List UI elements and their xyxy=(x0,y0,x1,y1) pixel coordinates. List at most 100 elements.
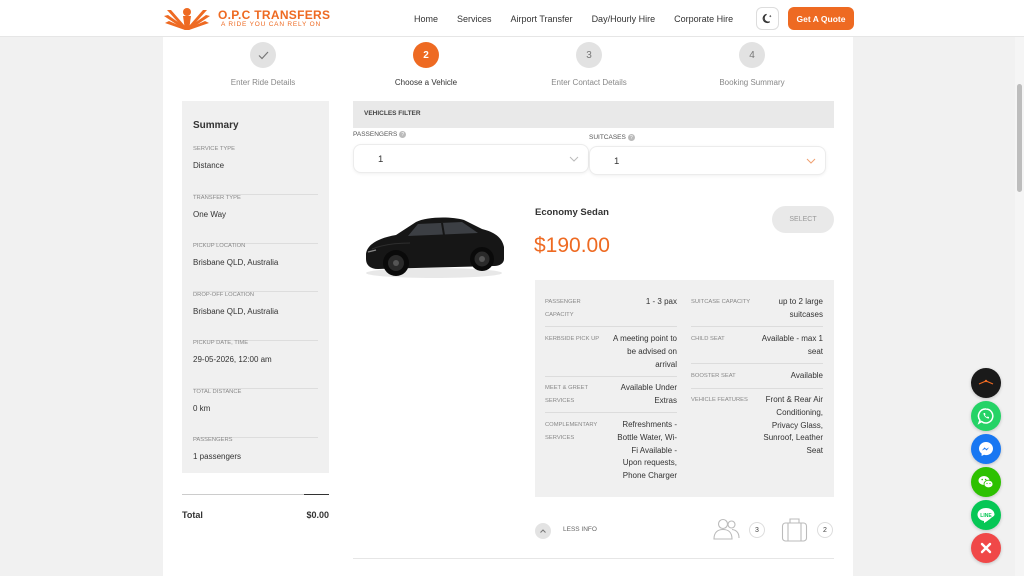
spec-divider xyxy=(691,363,823,364)
spec-value-line: Available - max 1 xyxy=(761,334,823,343)
spec-vehicle-features: VEHICLE FEATURES Front & Rear Air Conditi… xyxy=(691,394,823,460)
vehicle-image xyxy=(366,217,504,278)
spec-complementary-services: COMPLEMENTARY SERVICES Refreshments - Bott… xyxy=(545,419,677,485)
messenger-button[interactable] xyxy=(971,434,1001,464)
spec-value-line: Privacy Glass, xyxy=(771,420,823,430)
summary-title: Summary xyxy=(193,120,239,131)
spec-key: SUITCASE CAPACITY xyxy=(691,296,750,309)
summary-value: 0 km xyxy=(193,404,211,413)
spec-divider xyxy=(545,376,677,377)
svg-text:LINE: LINE xyxy=(980,513,992,519)
summary-transfer-type: TRANSFER TYPE One Way xyxy=(193,195,318,244)
summary-total-distance: TOTAL DISTANCE 0 km xyxy=(193,389,318,438)
spec-value: up to 2 large suitcases xyxy=(779,296,823,322)
spec-value-line: suitcases xyxy=(789,309,823,319)
nav-home[interactable]: Home xyxy=(414,14,438,24)
summary-value: One Way xyxy=(193,210,227,219)
whatsapp-icon xyxy=(977,408,994,425)
summary-passengers: PASSENGERS 1 passengers xyxy=(193,437,318,486)
nav-day-hourly-hire[interactable]: Day/Hourly Hire xyxy=(592,14,656,24)
brand-logo-icon xyxy=(978,379,994,385)
vehicle-price: $190.00 xyxy=(534,234,610,257)
help-icon[interactable]: ? xyxy=(627,134,635,141)
brand-chat-button[interactable] xyxy=(971,368,1001,398)
passengers-label-text: PASSENGERS xyxy=(353,131,398,138)
spec-value-line: Seat xyxy=(806,446,823,456)
check-icon xyxy=(258,51,268,59)
spec-value-line: Available Under xyxy=(620,383,677,392)
step-2-indicator: 2 xyxy=(413,42,439,68)
step-1-indicator[interactable] xyxy=(250,42,276,68)
get-a-quote-button[interactable]: Get A Quote xyxy=(788,7,854,30)
nav-airport-transfer[interactable]: Airport Transfer xyxy=(511,14,573,24)
spec-value-line: be advised on xyxy=(627,346,677,356)
spec-value-line: arrival xyxy=(655,359,677,369)
suitcases-select-value: 1 xyxy=(614,156,620,167)
spec-key: VEHICLE FEATURES xyxy=(691,394,748,407)
suitcases-select[interactable]: 1 xyxy=(589,146,826,175)
less-info-toggle[interactable] xyxy=(535,523,551,539)
wechat-icon xyxy=(978,476,994,489)
step-4-indicator: 4 xyxy=(739,42,765,68)
spec-key-line: CAPACITY xyxy=(545,312,574,318)
passengers-select[interactable]: 1 xyxy=(353,144,589,173)
summary-key: PICKUP LOCATION xyxy=(193,243,246,249)
close-chat-button[interactable] xyxy=(971,533,1001,563)
spec-value-line: Upon requests, xyxy=(622,458,677,468)
step-3-indicator: 3 xyxy=(576,42,602,68)
wechat-button[interactable] xyxy=(971,467,1001,497)
spec-key-line: SERVICES xyxy=(545,398,575,404)
spec-passenger-capacity: PASSENGER CAPACITY 1 - 3 pax xyxy=(545,296,677,326)
brand-name: O.P.C TRANSFERS xyxy=(218,8,331,22)
total-divider-accent xyxy=(304,494,329,495)
nav-corporate-hire[interactable]: Corporate Hire xyxy=(674,14,733,24)
spec-key: BOOSTER SEAT xyxy=(691,370,736,383)
spec-value-line: Extras xyxy=(654,395,677,405)
help-icon[interactable]: ? xyxy=(399,131,407,138)
summary-panel: Summary SERVICE TYPE Distance TRANSFER T… xyxy=(182,101,329,473)
spec-value-line: Bottle Water, Wi- xyxy=(617,432,677,442)
spec-booster-seat: BOOSTER SEAT Available xyxy=(691,370,823,386)
spec-suitcase-capacity: SUITCASE CAPACITY up to 2 large suitcases xyxy=(691,296,823,324)
spec-key-line: SERVICES xyxy=(545,435,575,441)
spec-divider xyxy=(691,326,823,327)
summary-key: PICKUP DATE, TIME xyxy=(193,340,249,346)
spec-key-line: CHILD SEAT xyxy=(691,336,725,342)
step-1-label: Enter Ride Details xyxy=(230,78,296,87)
theme-toggle-button[interactable] xyxy=(756,7,779,30)
spec-value-line: Available xyxy=(790,371,823,380)
spec-key-line: KERBSIDE PICK UP xyxy=(545,336,600,342)
summary-service-type: SERVICE TYPE Distance xyxy=(193,146,318,195)
main-nav: Home Services Airport Transfer Day/Hourl… xyxy=(414,0,752,37)
spec-key: CHILD SEAT xyxy=(691,333,725,346)
spec-meet-greet: MEET & GREET SERVICES Available Under Extr… xyxy=(545,382,677,410)
spec-value-line: Front & Rear Air xyxy=(765,395,823,404)
vehicles-filter-bar: VEHICLES FILTER xyxy=(353,101,834,128)
summary-value: 1 passengers xyxy=(193,452,242,461)
spec-key-line: PASSENGER xyxy=(545,299,581,305)
total-label: Total xyxy=(182,510,203,520)
whatsapp-button[interactable] xyxy=(971,401,1001,431)
moon-icon xyxy=(762,13,772,24)
spec-key-line: MEET & GREET xyxy=(545,385,589,391)
spec-key-line: BOOSTER SEAT xyxy=(691,373,736,379)
nav-services[interactable]: Services xyxy=(457,14,492,24)
select-vehicle-button[interactable]: SELECT xyxy=(772,206,834,233)
less-info-label[interactable]: LESS INFO xyxy=(563,526,597,533)
scrollbar-thumb[interactable] xyxy=(1017,84,1022,192)
spec-key-line: COMPLEMENTARY xyxy=(545,422,598,428)
spec-divider xyxy=(545,326,677,327)
summary-key: TRANSFER TYPE xyxy=(193,195,241,201)
passengers-filter-label: PASSENGERS ? xyxy=(353,131,407,138)
spec-value: Refreshments - Bottle Water, Wi- Fi Availa… xyxy=(617,419,677,483)
spec-value: Available xyxy=(791,370,823,383)
brand-logo[interactable]: O.P.C TRANSFERS A RIDE YOU CAN RELY ON xyxy=(163,3,333,33)
summary-value: 29-05-2026, 12:00 am xyxy=(193,355,272,364)
suitcases-label-text: SUITCASES xyxy=(589,134,626,141)
line-button[interactable]: LINE xyxy=(971,500,1001,530)
messenger-icon xyxy=(979,442,993,456)
spec-divider xyxy=(691,388,823,389)
total-value: $0.00 xyxy=(306,510,329,520)
spec-value: Available - max 1 seat xyxy=(762,333,823,359)
passengers-icon xyxy=(713,518,740,540)
